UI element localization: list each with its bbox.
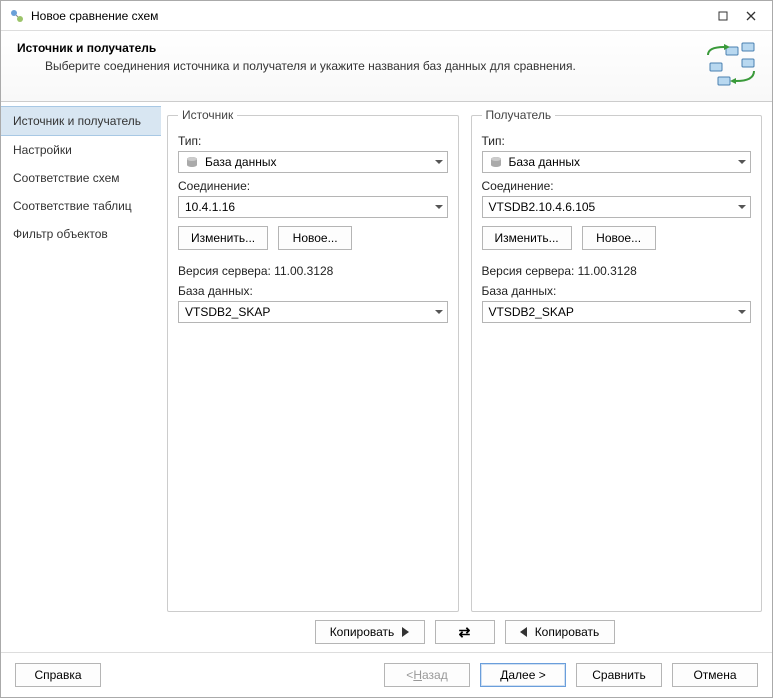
target-legend: Получатель bbox=[482, 108, 556, 122]
window-buttons bbox=[716, 9, 764, 23]
wizard-header: Источник и получатель Выберите соединени… bbox=[1, 31, 772, 102]
wizard-window: Новое сравнение схем Источник и получате… bbox=[0, 0, 773, 698]
wizard-header-subtitle: Выберите соединения источника и получате… bbox=[45, 59, 706, 73]
back-button: < Назад bbox=[384, 663, 470, 687]
chevron-down-icon bbox=[435, 160, 443, 164]
source-type-label: Тип: bbox=[178, 134, 448, 148]
target-conn-label: Соединение: bbox=[482, 179, 752, 193]
source-type-value: База данных bbox=[205, 155, 276, 169]
chevron-down-icon bbox=[738, 160, 746, 164]
target-type-value: База данных bbox=[509, 155, 580, 169]
source-type-combo[interactable]: База данных bbox=[178, 151, 448, 173]
source-server-version: Версия сервера: 11.00.3128 bbox=[178, 264, 448, 278]
help-button[interactable]: Справка bbox=[15, 663, 101, 687]
sidebar-item-label: Настройки bbox=[13, 143, 72, 157]
source-db-value: VTSDB2_SKAP bbox=[185, 305, 270, 319]
wizard-header-text: Источник и получатель Выберите соединени… bbox=[17, 41, 706, 73]
sidebar-item-schema-mapping[interactable]: Соответствие схем bbox=[1, 164, 161, 192]
cancel-button[interactable]: Отмена bbox=[672, 663, 758, 687]
database-icon bbox=[489, 155, 503, 169]
source-conn-buttons: Изменить... Новое... bbox=[178, 226, 448, 250]
arrow-left-icon bbox=[520, 627, 527, 637]
wizard-body: Источник и получатель Настройки Соответс… bbox=[1, 102, 772, 652]
wizard-header-title: Источник и получатель bbox=[17, 41, 706, 55]
sidebar-item-label: Фильтр объектов bbox=[13, 227, 108, 241]
sidebar-item-label: Источник и получатель bbox=[13, 114, 141, 128]
content-area: Источник Тип: База данных Соединение: 10… bbox=[161, 102, 772, 652]
source-db-label: База данных: bbox=[178, 284, 448, 298]
target-db-label: База данных: bbox=[482, 284, 752, 298]
schema-compare-icon bbox=[706, 41, 756, 87]
sidebar-item-settings[interactable]: Настройки bbox=[1, 136, 161, 164]
compare-button[interactable]: Сравнить bbox=[576, 663, 662, 687]
target-db-value: VTSDB2_SKAP bbox=[489, 305, 574, 319]
source-edit-button[interactable]: Изменить... bbox=[178, 226, 268, 250]
target-type-label: Тип: bbox=[482, 134, 752, 148]
target-new-button[interactable]: Новое... bbox=[582, 226, 656, 250]
copy-to-target-button[interactable]: Копировать bbox=[315, 620, 425, 644]
target-type-combo[interactable]: База данных bbox=[482, 151, 752, 173]
window-title: Новое сравнение схем bbox=[31, 9, 716, 23]
target-server-version: Версия сервера: 11.00.3128 bbox=[482, 264, 752, 278]
source-conn-value: 10.4.1.16 bbox=[185, 200, 235, 214]
panels-row: Источник Тип: База данных Соединение: 10… bbox=[167, 108, 762, 612]
copy-buttons-row: Копировать ⇄ Копировать bbox=[167, 612, 762, 648]
wizard-footer: Справка < Назад Далее > Сравнить Отмена bbox=[1, 652, 772, 697]
app-icon bbox=[9, 8, 25, 24]
chevron-down-icon bbox=[435, 205, 443, 209]
source-database-combo[interactable]: VTSDB2_SKAP bbox=[178, 301, 448, 323]
copy-left-label: Копировать bbox=[535, 625, 600, 639]
target-connection-combo[interactable]: VTSDB2.10.4.6.105 bbox=[482, 196, 752, 218]
sidebar-item-label: Соответствие схем bbox=[13, 171, 120, 185]
sidebar-item-table-mapping[interactable]: Соответствие таблиц bbox=[1, 192, 161, 220]
next-button[interactable]: Далее > bbox=[480, 663, 566, 687]
titlebar: Новое сравнение схем bbox=[1, 1, 772, 31]
swap-button[interactable]: ⇄ bbox=[435, 620, 495, 644]
chevron-down-icon bbox=[738, 310, 746, 314]
source-new-button[interactable]: Новое... bbox=[278, 226, 352, 250]
target-conn-buttons: Изменить... Новое... bbox=[482, 226, 752, 250]
sidebar: Источник и получатель Настройки Соответс… bbox=[1, 102, 161, 652]
target-database-combo[interactable]: VTSDB2_SKAP bbox=[482, 301, 752, 323]
chevron-down-icon bbox=[738, 205, 746, 209]
target-panel: Получатель Тип: База данных Соединение: … bbox=[471, 108, 763, 612]
source-conn-label: Соединение: bbox=[178, 179, 448, 193]
target-edit-button[interactable]: Изменить... bbox=[482, 226, 572, 250]
source-panel: Источник Тип: База данных Соединение: 10… bbox=[167, 108, 459, 612]
target-conn-value: VTSDB2.10.4.6.105 bbox=[489, 200, 596, 214]
database-icon bbox=[185, 155, 199, 169]
sidebar-item-label: Соответствие таблиц bbox=[13, 199, 132, 213]
sidebar-item-source-target[interactable]: Источник и получатель bbox=[1, 106, 161, 136]
maximize-button[interactable] bbox=[716, 9, 730, 23]
swap-icon: ⇄ bbox=[459, 625, 471, 639]
chevron-down-icon bbox=[435, 310, 443, 314]
arrow-right-icon bbox=[402, 627, 409, 637]
copy-to-source-button[interactable]: Копировать bbox=[505, 620, 615, 644]
source-legend: Источник bbox=[178, 108, 237, 122]
close-button[interactable] bbox=[744, 9, 758, 23]
copy-right-label: Копировать bbox=[330, 625, 395, 639]
sidebar-item-object-filter[interactable]: Фильтр объектов bbox=[1, 220, 161, 248]
source-connection-combo[interactable]: 10.4.1.16 bbox=[178, 196, 448, 218]
